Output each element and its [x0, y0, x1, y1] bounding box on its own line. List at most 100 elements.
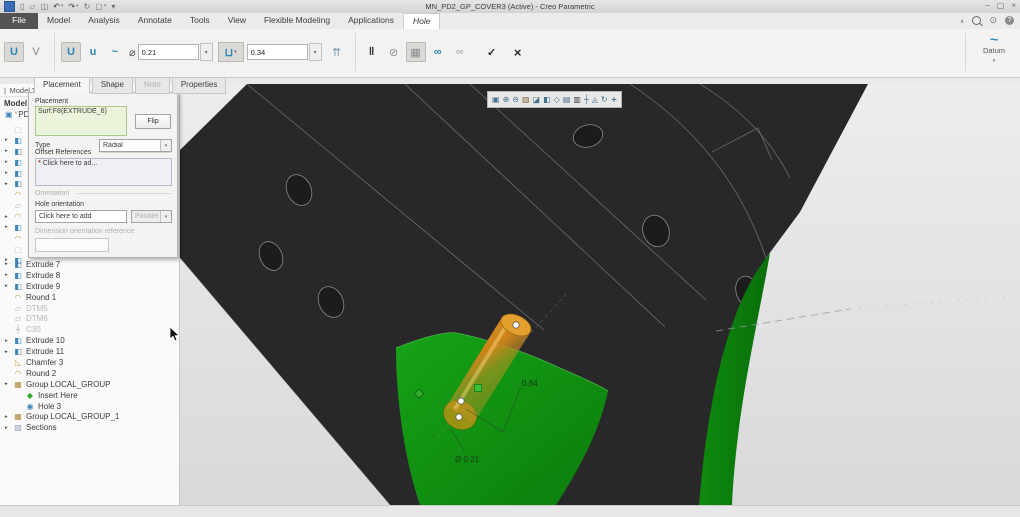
ribbon-tab[interactable]: Tools — [181, 13, 219, 29]
close-icon[interactable] — [1011, 1, 1016, 10]
redo-icon[interactable] — [68, 3, 78, 11]
view-manager-icon[interactable] — [573, 96, 581, 104]
tree-row-partial[interactable] — [2, 244, 28, 255]
save-icon[interactable] — [41, 3, 49, 11]
saved-views-icon[interactable] — [563, 96, 571, 104]
tree-row-partial[interactable] — [2, 135, 28, 146]
tree-row[interactable]: Extrude 8 — [2, 270, 178, 281]
lightweight-icon[interactable] — [327, 42, 347, 62]
maximize-icon[interactable] — [997, 1, 1005, 10]
customize-icon[interactable] — [111, 3, 115, 11]
cancel-icon[interactable] — [508, 42, 528, 62]
simple-hole-icon[interactable] — [4, 42, 24, 62]
expand-arrow-icon[interactable] — [5, 338, 13, 344]
ribbon-tab[interactable]: Hole — [403, 13, 440, 30]
depth-input[interactable]: 0.34 — [247, 44, 308, 60]
tree-row-partial[interactable] — [2, 157, 28, 168]
depth-type-button[interactable] — [218, 42, 244, 62]
pause-icon[interactable] — [362, 42, 382, 62]
tree-row[interactable]: Sections — [2, 422, 178, 433]
minimize-icon[interactable] — [985, 1, 990, 10]
annotation-display-icon[interactable] — [592, 96, 598, 104]
expand-arrow-icon[interactable] — [5, 148, 13, 154]
app-button[interactable] — [4, 1, 15, 12]
no-preview-icon[interactable] — [384, 42, 404, 62]
expand-arrow-icon[interactable] — [5, 261, 13, 267]
ribbon-tab[interactable]: File — [0, 13, 38, 29]
drill-profile-icon[interactable] — [61, 42, 81, 62]
datum-group-expand[interactable] — [974, 58, 1014, 64]
ribbon-tab[interactable]: View — [219, 13, 255, 29]
standard-hole-icon[interactable] — [26, 42, 46, 62]
tree-row[interactable]: Insert Here — [2, 390, 178, 401]
diameter-input[interactable]: 0.21 — [138, 44, 199, 60]
expand-arrow-icon[interactable] — [5, 137, 13, 143]
ribbon-tab[interactable]: Model — [38, 13, 79, 29]
chevron-down-icon[interactable] — [160, 140, 171, 151]
perspective-icon[interactable] — [554, 96, 560, 104]
regenerate-icon[interactable] — [84, 3, 91, 11]
tree-row[interactable]: DTM6 — [2, 313, 178, 324]
ribbon-tab[interactable]: Analysis — [79, 13, 129, 29]
datum-wave-icon[interactable] — [974, 32, 1014, 46]
tree-row-partial[interactable] — [2, 211, 28, 222]
expand-arrow-icon[interactable] — [5, 414, 13, 420]
expand-arrow-icon[interactable] — [5, 214, 13, 220]
preview-off-icon[interactable] — [450, 42, 470, 62]
tree-row-partial[interactable] — [2, 189, 28, 200]
tree-row-partial[interactable] — [2, 124, 28, 135]
offset-dimension-label[interactable]: 0.84 — [522, 379, 538, 388]
dragger-icon[interactable] — [611, 96, 618, 104]
tree-row[interactable]: Round 2 — [2, 368, 178, 379]
help-icon[interactable]: ? — [1005, 16, 1014, 25]
expand-arrow-icon[interactable] — [5, 425, 13, 431]
expand-arrow-icon[interactable] — [5, 181, 13, 187]
undo-icon[interactable] — [53, 3, 63, 11]
tree-row-partial[interactable] — [2, 168, 28, 179]
tree-row-partial[interactable] — [2, 178, 28, 189]
settings-icon[interactable] — [989, 15, 997, 26]
datum-display-icon[interactable] — [584, 96, 589, 104]
hole-orientation-field[interactable]: Click here to add — [35, 210, 127, 223]
tree-row[interactable]: Chamfer 3 — [2, 357, 178, 368]
diameter-dimension-label[interactable]: Ø 0.21 — [455, 455, 480, 464]
tree-row[interactable]: Extrude 9 — [2, 281, 178, 292]
refit-icon[interactable] — [492, 96, 500, 104]
tree-row[interactable]: DTM5 — [2, 303, 178, 314]
expand-arrow-icon[interactable] — [5, 283, 13, 289]
tree-row[interactable]: Group LOCAL_GROUP_1 — [2, 411, 178, 422]
shading-style-icon[interactable] — [533, 96, 541, 104]
panel-tab[interactable]: Note — [135, 77, 170, 94]
open-icon[interactable] — [29, 3, 35, 11]
tree-row-partial[interactable] — [2, 233, 28, 244]
offset-references-box[interactable]: Click here to ad... — [35, 158, 172, 186]
tree-row-partial[interactable] — [2, 200, 28, 211]
tree-row[interactable]: Extrude 7 — [2, 259, 178, 270]
tree-row[interactable]: Group LOCAL_GROUP — [2, 379, 178, 390]
zoom-in-icon[interactable] — [503, 96, 510, 104]
ribbon-tab[interactable]: Flexible Modeling — [255, 13, 339, 29]
flat-profile-icon[interactable] — [83, 42, 103, 62]
depth-dropdown[interactable]: ▾ — [309, 43, 322, 61]
depth-drag-handle[interactable] — [513, 322, 519, 328]
graphics-area[interactable]: 0.84 Ø 0.21 — [180, 84, 1020, 505]
expand-arrow-icon[interactable] — [5, 224, 13, 230]
repaint-icon[interactable] — [522, 96, 530, 104]
spin-center-icon[interactable] — [601, 96, 608, 104]
offset-handle[interactable] — [475, 385, 482, 392]
collapse-ribbon-icon[interactable] — [960, 16, 964, 25]
tree-row[interactable]: Round 1 — [2, 292, 178, 303]
preview-on-icon[interactable] — [428, 42, 448, 62]
flip-button[interactable]: Flip — [135, 114, 171, 129]
ribbon-tab[interactable]: Annotate — [129, 13, 181, 29]
geometry-preview-icon[interactable] — [406, 42, 426, 62]
expand-arrow-icon[interactable] — [5, 349, 13, 355]
diameter-dropdown[interactable]: ▾ — [200, 43, 213, 61]
dimension-orientation-field[interactable] — [35, 238, 109, 252]
panel-tab[interactable]: Shape — [92, 77, 133, 94]
new-icon[interactable] — [20, 3, 24, 11]
diameter-drag-handle[interactable] — [456, 414, 462, 420]
panel-tab[interactable]: Placement — [34, 77, 90, 94]
ribbon-tab[interactable]: Applications — [339, 13, 403, 29]
window-icon[interactable] — [95, 3, 106, 11]
